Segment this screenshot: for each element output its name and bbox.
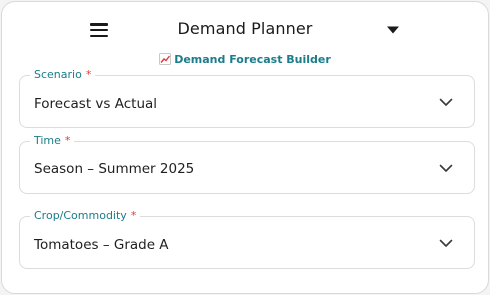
- scenario-select[interactable]: Scenario * Forecast vs Actual: [19, 68, 475, 128]
- app-title: Demand Planner: [177, 19, 313, 38]
- chevron-down-icon[interactable]: [439, 98, 453, 107]
- time-value: Season – Summer 2025: [34, 161, 195, 177]
- subtitle-text: Demand Forecast Builder: [174, 53, 331, 66]
- form-card: Demand Planner Demand Forecast Builder S…: [1, 1, 489, 294]
- required-asterisk: *: [130, 209, 137, 222]
- required-asterisk: *: [64, 134, 71, 147]
- chart-increasing-icon: [159, 53, 172, 65]
- required-asterisk: *: [85, 68, 92, 81]
- app-header: Demand Planner: [2, 14, 488, 46]
- scenario-value: Forecast vs Actual: [34, 96, 158, 112]
- crop-commodity-label: Crop/Commodity *: [30, 209, 141, 223]
- caret-down-icon[interactable]: [386, 25, 400, 35]
- crop-commodity-select[interactable]: Crop/Commodity * Tomatoes – Grade A: [19, 209, 475, 269]
- time-label: Time *: [30, 134, 75, 148]
- section-subtitle: Demand Forecast Builder: [2, 53, 488, 66]
- scenario-label: Scenario *: [30, 68, 96, 82]
- time-select[interactable]: Time * Season – Summer 2025: [19, 134, 475, 194]
- chevron-down-icon[interactable]: [439, 239, 453, 248]
- crop-commodity-value: Tomatoes – Grade A: [34, 237, 169, 253]
- chevron-down-icon[interactable]: [439, 164, 453, 173]
